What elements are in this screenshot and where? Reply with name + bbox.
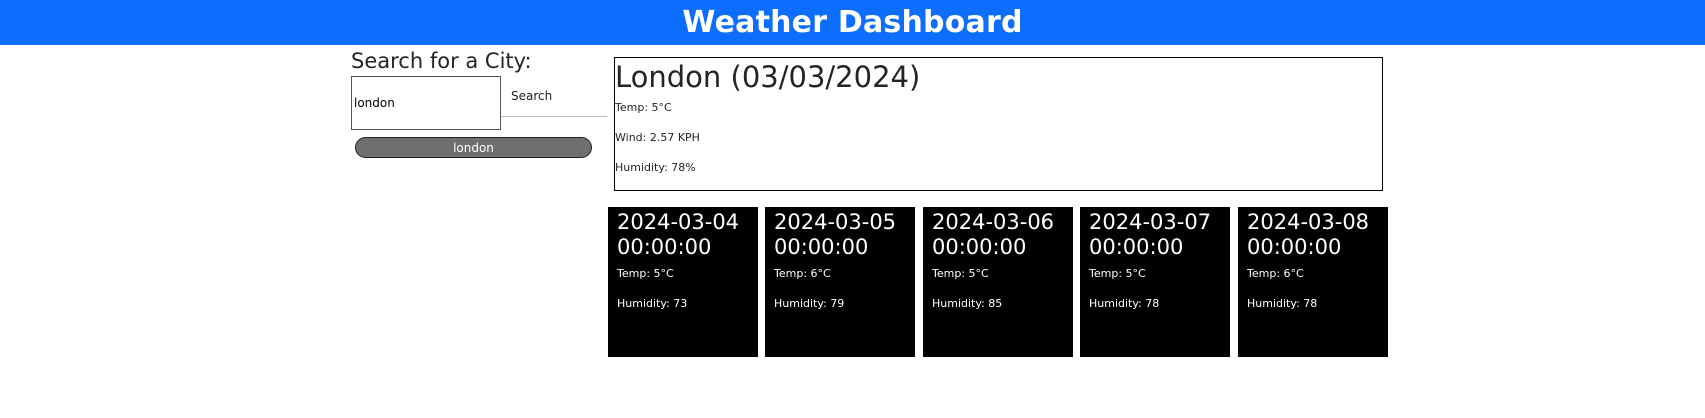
forecast-date: 2024-03-04 00:00:00 [617, 210, 749, 260]
current-weather-card: London (03/03/2024) Temp: 5°C Wind: 2.57… [614, 57, 1383, 191]
forecast-temp: Temp: 6°C [774, 267, 831, 280]
forecast-temp: Temp: 6°C [1247, 267, 1304, 280]
current-city-title: London (03/03/2024) [615, 60, 921, 94]
page-title: Weather Dashboard [682, 5, 1023, 40]
forecast-date-time: 00:00:00 [1247, 235, 1342, 259]
forecast-humidity: Humidity: 78 [1089, 297, 1160, 310]
forecast-date-time: 00:00:00 [932, 235, 1027, 259]
forecast-date-time: 00:00:00 [617, 235, 712, 259]
forecast-date-day: 2024-03-05 [774, 210, 897, 234]
forecast-date-day: 2024-03-08 [1247, 210, 1370, 234]
forecast-date-time: 00:00:00 [774, 235, 869, 259]
city-search-input[interactable] [351, 76, 501, 130]
forecast-humidity: Humidity: 73 [617, 297, 688, 310]
forecast-date-day: 2024-03-04 [617, 210, 740, 234]
forecast-date-time: 00:00:00 [1089, 235, 1184, 259]
forecast-humidity: Humidity: 78 [1247, 297, 1318, 310]
search-heading: Search for a City: [351, 49, 532, 73]
forecast-card: 2024-03-08 00:00:00 Temp: 6°C Humidity: 7… [1238, 207, 1388, 357]
forecast-humidity: Humidity: 79 [774, 297, 845, 310]
search-button[interactable]: Search [501, 76, 607, 117]
current-temp: Temp: 5°C [615, 101, 672, 114]
forecast-row: 2024-03-04 00:00:00 Temp: 5°C Humidity: 7… [608, 207, 1388, 357]
forecast-temp: Temp: 5°C [1089, 267, 1146, 280]
current-wind: Wind: 2.57 KPH [615, 131, 700, 144]
forecast-date: 2024-03-07 00:00:00 [1089, 210, 1221, 260]
search-row: Search [351, 76, 607, 132]
forecast-date: 2024-03-06 00:00:00 [932, 210, 1064, 260]
forecast-temp: Temp: 5°C [932, 267, 989, 280]
current-humidity: Humidity: 78% [615, 161, 696, 174]
app-header: Weather Dashboard [0, 0, 1705, 45]
forecast-date-day: 2024-03-07 [1089, 210, 1212, 234]
history-button-london[interactable]: london [355, 137, 592, 158]
search-panel: Search for a City: Search london [351, 48, 607, 158]
forecast-date-day: 2024-03-06 [932, 210, 1055, 234]
forecast-date: 2024-03-08 00:00:00 [1247, 210, 1379, 260]
forecast-card: 2024-03-06 00:00:00 Temp: 5°C Humidity: 8… [923, 207, 1073, 357]
forecast-temp: Temp: 5°C [617, 267, 674, 280]
forecast-date: 2024-03-05 00:00:00 [774, 210, 906, 260]
forecast-card: 2024-03-07 00:00:00 Temp: 5°C Humidity: 7… [1080, 207, 1230, 357]
forecast-card: 2024-03-04 00:00:00 Temp: 5°C Humidity: 7… [608, 207, 758, 357]
forecast-humidity: Humidity: 85 [932, 297, 1003, 310]
forecast-card: 2024-03-05 00:00:00 Temp: 6°C Humidity: 7… [765, 207, 915, 357]
